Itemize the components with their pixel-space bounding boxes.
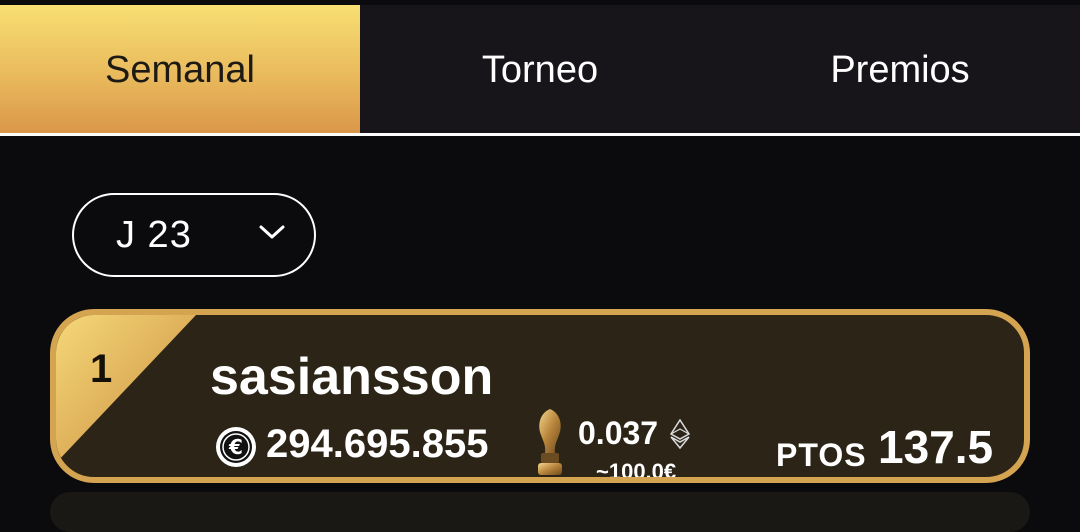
coin-balance: 294.695.855: [266, 422, 489, 466]
round-dropdown[interactable]: J 23: [72, 193, 316, 277]
tab-semanal[interactable]: Semanal: [0, 5, 360, 136]
rank-corner-badge: [56, 315, 196, 463]
points-value: 137.5: [878, 421, 994, 473]
euro-coin-icon: €: [216, 427, 256, 467]
svg-text:€: €: [228, 435, 243, 459]
rank-position: 1: [90, 347, 113, 391]
ranking-row[interactable]: 1 sasiansson € 294.695.855 0.037 ~100.0€…: [50, 309, 1030, 483]
points-label: PTOS: [776, 437, 867, 473]
round-value: J 23: [116, 213, 192, 256]
tab-torneo[interactable]: Torneo: [360, 5, 720, 136]
username: sasiansson: [210, 348, 494, 406]
tab-premios[interactable]: Premios: [720, 5, 1080, 136]
ethereum-icon: [670, 419, 690, 449]
trophy-icon: [538, 409, 562, 475]
tab-bar: Semanal Torneo Premios: [0, 5, 1080, 136]
ranking-row-next[interactable]: [50, 492, 1030, 532]
chevron-down-icon: [259, 225, 285, 239]
eth-amount: 0.037: [578, 415, 659, 451]
eur-equivalent: ~100.0€: [596, 459, 677, 483]
